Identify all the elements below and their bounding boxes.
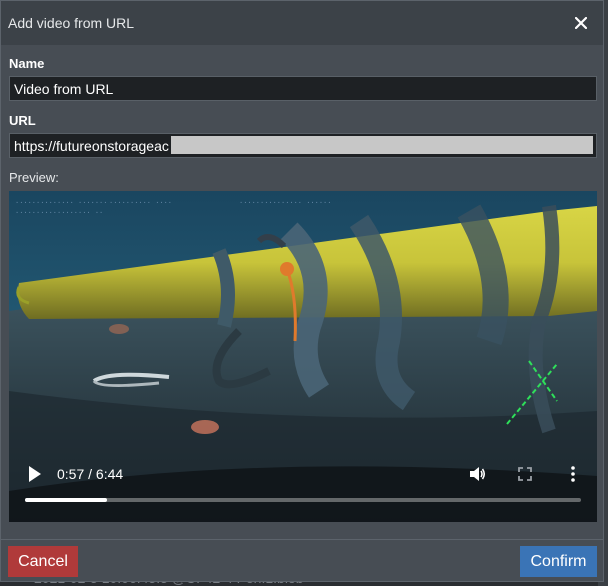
more-options-button[interactable] xyxy=(563,464,583,484)
name-label: Name xyxy=(9,56,45,71)
close-icon xyxy=(575,17,587,29)
url-field xyxy=(9,133,597,158)
svg-text:.......... ....: .......... .... xyxy=(109,198,172,206)
cancel-button[interactable]: Cancel xyxy=(8,546,78,577)
video-time: 0:57 / 6:44 xyxy=(57,466,124,482)
close-button[interactable] xyxy=(567,9,595,37)
fullscreen-button[interactable] xyxy=(515,464,535,484)
url-label: URL xyxy=(9,113,36,128)
video-progress-fill xyxy=(25,498,108,502)
url-redaction xyxy=(171,136,593,154)
play-button[interactable] xyxy=(27,465,43,483)
add-video-dialog: Add video from URL Name URL Preview: xyxy=(0,0,604,582)
name-input[interactable] xyxy=(9,76,597,101)
svg-text:.............. .......: .............. ....... xyxy=(15,198,107,206)
dialog-title: Add video from URL xyxy=(8,15,135,31)
volume-button[interactable] xyxy=(467,464,487,484)
video-player[interactable]: .............. ....... .................… xyxy=(9,191,597,522)
svg-text:............... ......: ............... ...... xyxy=(239,198,331,206)
video-progress-bar[interactable] xyxy=(25,498,581,502)
preview-label: Preview: xyxy=(9,170,59,185)
dialog-footer: Cancel Confirm xyxy=(1,539,603,583)
svg-text:.................. ..: .................. .. xyxy=(15,208,103,216)
confirm-button[interactable]: Confirm xyxy=(520,546,597,577)
dialog-header: Add video from URL xyxy=(1,1,603,45)
dialog-body: Name URL Preview: xyxy=(1,56,603,522)
